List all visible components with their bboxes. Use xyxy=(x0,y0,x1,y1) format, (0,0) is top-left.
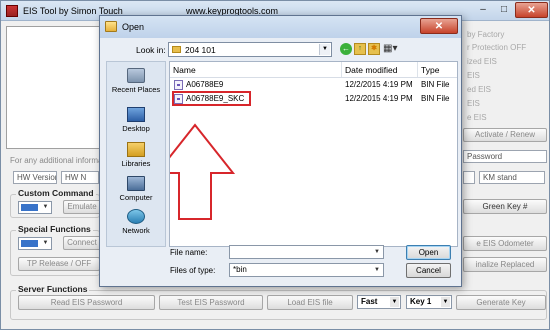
erase-odometer-button[interactable]: e EIS Odometer xyxy=(463,236,547,251)
place-network[interactable]: Network xyxy=(107,209,165,235)
password-input[interactable]: Password xyxy=(463,150,547,163)
load-eis-file-button[interactable]: Load EIS file xyxy=(267,295,353,310)
folder-icon xyxy=(172,46,181,53)
maximize-button[interactable]: □ xyxy=(494,2,514,18)
computer-icon xyxy=(127,176,145,191)
up-folder-icon[interactable]: ↑ xyxy=(354,43,366,55)
key-select[interactable]: Key 1 ▼ xyxy=(406,295,452,309)
open-button[interactable]: Open xyxy=(406,245,451,260)
files-of-type-select[interactable]: *bin ▼ xyxy=(229,263,384,277)
option-label: r Protection OFF xyxy=(467,43,527,52)
open-file-dialog: Open ✕ Look in: 204 101 ▼ ← ↑ ✱ ▦▾ Recen… xyxy=(99,15,462,287)
place-libraries[interactable]: Libraries xyxy=(107,142,165,168)
place-label: Libraries xyxy=(121,159,151,168)
chevron-down-icon: ▼ xyxy=(390,297,399,307)
option-label: ized EIS xyxy=(467,57,497,66)
selected-value xyxy=(21,240,38,247)
chevron-down-icon: ▼ xyxy=(42,240,49,246)
recent-places-icon xyxy=(127,68,145,83)
files-of-type-label: Files of type: xyxy=(170,266,216,275)
port-select[interactable]: ▼ xyxy=(18,237,52,250)
emulate-button[interactable]: Emulate xyxy=(63,200,101,214)
key-value: Key 1 xyxy=(410,297,432,306)
place-label: Desktop xyxy=(122,124,150,133)
option-label: e EIS xyxy=(467,113,487,122)
look-in-combo[interactable]: 204 101 ▼ xyxy=(168,42,332,57)
connect-button[interactable]: Connect xyxy=(63,236,101,250)
finalize-replaced-button[interactable]: inalize Replaced xyxy=(463,257,547,272)
desktop-icon xyxy=(127,107,145,122)
minimize-button[interactable]: – xyxy=(473,2,493,18)
place-recent-places[interactable]: Recent Places xyxy=(107,68,165,94)
folder-icon xyxy=(105,21,117,32)
libraries-icon xyxy=(127,142,145,157)
file-name-input[interactable]: ▼ xyxy=(229,245,384,259)
network-icon xyxy=(127,209,145,224)
hw-number-field[interactable]: HW N xyxy=(61,171,99,184)
option-label: EIS xyxy=(467,71,480,80)
hw-version-field[interactable]: HW Version xyxy=(13,171,57,184)
callout-arrow xyxy=(170,123,236,220)
generate-key-button[interactable]: Generate Key xyxy=(456,295,546,310)
test-eis-password-button[interactable]: Test EIS Password xyxy=(159,295,263,310)
chevron-down-icon: ▼ xyxy=(441,297,450,307)
dialog-title: Open xyxy=(122,22,145,32)
file-name-label: File name: xyxy=(170,248,208,257)
info-note: For any additional informa xyxy=(10,156,103,165)
chevron-down-icon: ▼ xyxy=(374,249,380,255)
place-computer[interactable]: Computer xyxy=(107,176,165,202)
close-button[interactable]: ✕ xyxy=(515,2,548,18)
group-title: Custom Command xyxy=(16,188,96,198)
file-list[interactable]: Name Date modified Type A06788E9 12/2/20… xyxy=(169,61,458,247)
look-in-value: 204 101 xyxy=(185,45,216,55)
speed-select[interactable]: Fast ▼ xyxy=(357,295,401,309)
place-desktop[interactable]: Desktop xyxy=(107,107,165,133)
place-label: Recent Places xyxy=(111,85,161,94)
activate-renew-button[interactable]: Activate / Renew xyxy=(463,128,547,142)
look-in-label: Look in: xyxy=(136,45,166,55)
green-key-button[interactable]: Green Key # xyxy=(463,199,547,214)
km-stand-field[interactable]: KM stand xyxy=(479,171,545,184)
group-title: Special Functions xyxy=(16,224,93,234)
chevron-down-icon: ▼ xyxy=(319,44,330,55)
group-title: Server Functions xyxy=(16,284,90,294)
option-label: EIS xyxy=(467,99,480,108)
tp-release-button[interactable]: TP Release / OFF xyxy=(18,257,100,271)
app-icon xyxy=(6,5,18,17)
chevron-down-icon: ▼ xyxy=(42,204,49,210)
files-of-type-value: *bin xyxy=(233,265,247,274)
place-label: Network xyxy=(122,226,150,235)
log-output[interactable] xyxy=(6,26,106,149)
views-menu-icon[interactable]: ▦▾ xyxy=(383,43,401,55)
dialog-titlebar: Open ✕ xyxy=(100,16,461,38)
read-eis-password-button[interactable]: Read EIS Password xyxy=(18,295,155,310)
option-label: ed EIS xyxy=(467,85,492,94)
cancel-button[interactable]: Cancel xyxy=(406,263,451,278)
dialog-close-button[interactable]: ✕ xyxy=(420,18,458,34)
chevron-down-icon: ▼ xyxy=(374,267,380,273)
command-select[interactable]: ▼ xyxy=(18,201,52,214)
selected-value xyxy=(21,204,38,211)
speed-value: Fast xyxy=(361,297,378,306)
places-bar: Recent Places Desktop Libraries Computer… xyxy=(106,61,166,247)
new-folder-icon[interactable]: ✱ xyxy=(368,43,380,55)
extra-field[interactable] xyxy=(463,171,475,184)
place-label: Computer xyxy=(119,193,153,202)
back-icon[interactable]: ← xyxy=(340,43,352,55)
option-label: by Factory xyxy=(467,30,505,39)
